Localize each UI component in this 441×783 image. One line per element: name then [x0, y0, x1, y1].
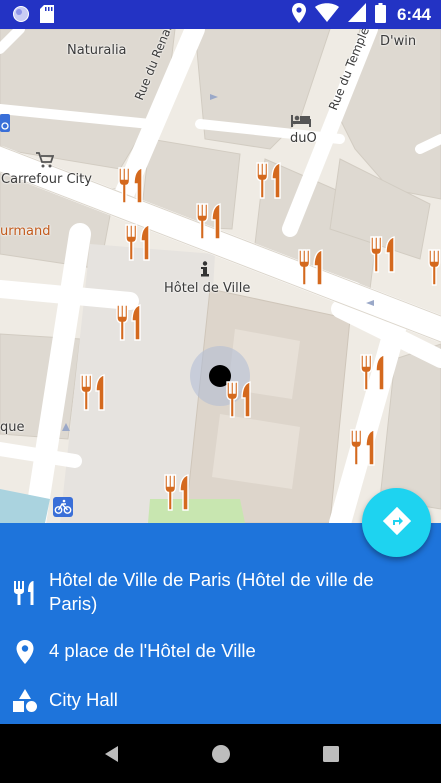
sd-card-icon [40, 5, 54, 27]
restaurant-icon[interactable] [80, 374, 106, 412]
home-icon[interactable] [209, 742, 233, 766]
restaurant-icon[interactable] [196, 203, 222, 241]
restaurant-icon[interactable] [298, 249, 324, 287]
restaurant-icon[interactable] [226, 381, 252, 419]
place-info-panel: Hôtel de Ville de Paris (Hôtel de ville … [0, 523, 441, 724]
place-address: 4 place de l'Hôtel de Ville [49, 640, 256, 661]
map-label-naturalia[interactable]: Naturalia [67, 43, 127, 58]
restaurant-icon[interactable] [350, 429, 376, 467]
battery-icon [374, 3, 386, 27]
grocery-cart-icon[interactable] [36, 152, 54, 168]
status-time: 6:44 [396, 5, 431, 24]
map-view[interactable]: Naturalia D'win Rue du Renard Rue du Tem… [0, 29, 441, 523]
restaurant-icon[interactable] [360, 354, 386, 392]
category-shapes-icon [12, 688, 38, 714]
info-icon[interactable] [200, 261, 210, 277]
location-pin-icon [12, 639, 38, 665]
restaurant-icon[interactable] [256, 162, 282, 200]
map-label-que[interactable]: que [0, 420, 25, 435]
recents-icon[interactable] [319, 742, 343, 766]
restaurant-icon[interactable] [164, 474, 190, 512]
restaurant-icon [12, 580, 38, 606]
system-navigation-bar [0, 724, 441, 783]
circle-notification-icon [12, 5, 30, 27]
restaurant-icon[interactable] [370, 236, 396, 274]
restaurant-icon[interactable] [116, 304, 142, 342]
bike-share-icon[interactable] [53, 497, 73, 517]
map-label-hotel-de-ville[interactable]: Hôtel de Ville [164, 281, 250, 296]
map-label-duo[interactable]: duO [290, 131, 317, 146]
map-label-urmand[interactable]: urmand [0, 224, 50, 239]
back-icon[interactable] [100, 742, 124, 766]
app-screen: 6:44 Naturalia D'win Rue du Renard Rue d… [0, 0, 441, 783]
bike-share-icon[interactable] [0, 114, 10, 132]
restaurant-icon[interactable] [118, 167, 144, 205]
map-label-carrefour-city[interactable]: Carrefour City [1, 172, 92, 187]
wifi-icon [314, 3, 339, 27]
status-bar: 6:44 [0, 0, 441, 29]
restaurant-icon[interactable] [428, 249, 441, 287]
place-name: Hôtel de Ville de Paris (Hôtel de ville … [49, 569, 374, 614]
map-label-dwin[interactable]: D'win [380, 34, 416, 49]
directions-button[interactable] [362, 488, 431, 557]
directions-icon [382, 506, 411, 539]
place-category: City Hall [49, 689, 118, 710]
restaurant-icon[interactable] [125, 224, 151, 262]
location-icon [291, 3, 306, 27]
cellular-signal-icon [347, 3, 366, 27]
hotel-icon[interactable] [291, 113, 311, 127]
